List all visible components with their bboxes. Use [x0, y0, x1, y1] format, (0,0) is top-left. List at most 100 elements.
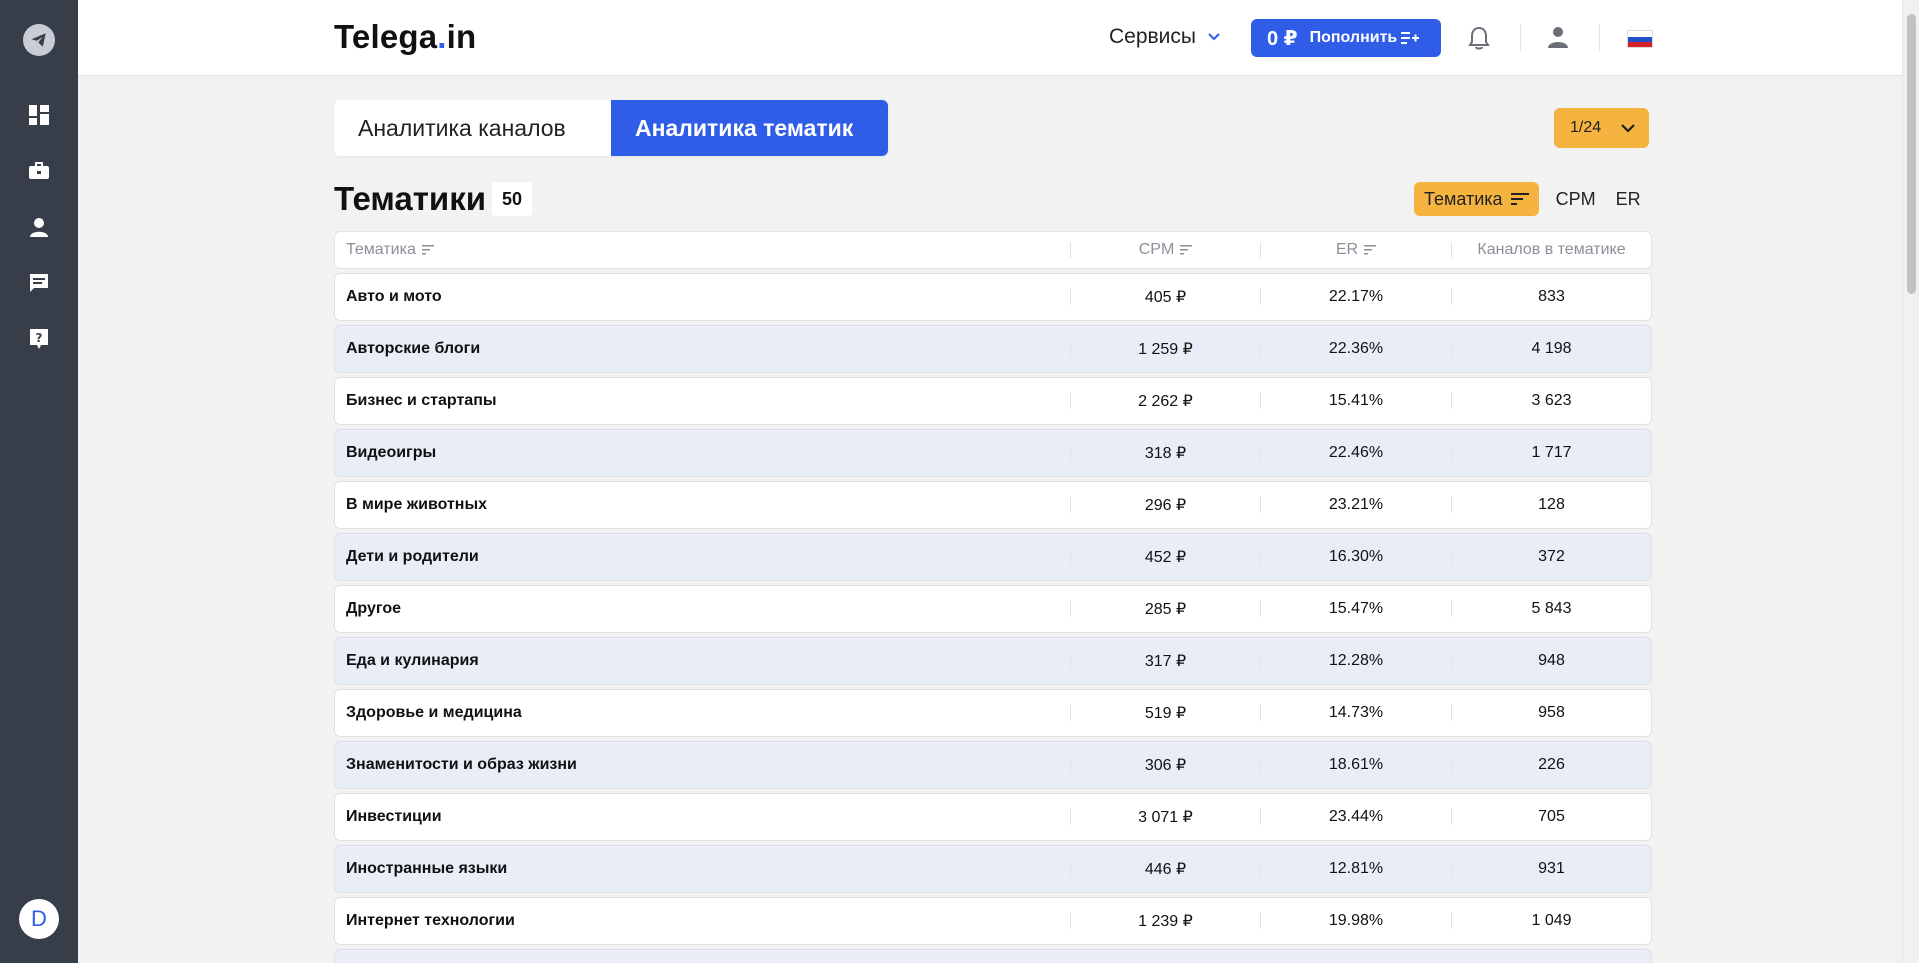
cell-er: 12.81%	[1260, 860, 1451, 877]
add-funds-icon	[1401, 32, 1420, 44]
analytics-tabs: Аналитика каналов Аналитика тематик	[334, 100, 888, 156]
sort-controls: Тематика CPM ER	[1414, 182, 1644, 216]
brand-name: Telega	[334, 18, 438, 55]
balance-amount: 0 ₽	[1267, 27, 1298, 50]
cell-channel-count: 1 049	[1451, 912, 1651, 929]
table-row[interactable]: Бизнес и стартапы 2 262 ₽15.41% 3 623	[334, 377, 1652, 425]
services-label: Сервисы	[1109, 25, 1197, 48]
cell-topic: Здоровье и медицина	[346, 704, 522, 721]
telegram-logo-icon[interactable]	[23, 24, 55, 56]
table-row[interactable]: Авторские блоги 1 259 ₽22.36% 4 198	[334, 325, 1652, 373]
cell-topic: Знаменитости и образ жизни	[346, 756, 577, 773]
table-row[interactable]: Видеоигры 318 ₽22.46% 1 717	[334, 429, 1652, 477]
dashboard-icon[interactable]	[27, 103, 51, 127]
brand-tld: in	[446, 18, 477, 55]
cell-cpm: 285 ₽	[1070, 601, 1260, 618]
cell-er: 16.30%	[1260, 548, 1451, 565]
cell-er: 15.41%	[1260, 392, 1451, 409]
sort-icon	[1510, 193, 1529, 205]
cell-cpm: 405 ₽	[1070, 289, 1260, 306]
cell-topic: Авторские блоги	[346, 340, 481, 357]
brand-logo[interactable]: Telega.in	[334, 18, 476, 56]
column-header-channel-count: Каналов в тематике	[1451, 241, 1651, 258]
topup-label-wrap: Пополнить	[1310, 29, 1420, 47]
profile-icon[interactable]	[1547, 26, 1569, 53]
avatar[interactable]: D	[19, 899, 59, 939]
user-icon[interactable]	[27, 215, 51, 239]
page-indicator: 1/24	[1570, 119, 1602, 136]
top-bar: Telega.in Сервисы 0 ₽ Пополнить	[78, 0, 1902, 76]
cell-topic: Видеоигры	[346, 444, 437, 461]
topics-table: Тематика CPM ER Каналов в тематике Авто …	[334, 231, 1652, 963]
column-header-label: Каналов в тематике	[1477, 241, 1626, 258]
column-header-label: CPM	[1138, 241, 1175, 258]
brand-dot: .	[437, 18, 447, 55]
cell-er: 12.28%	[1260, 652, 1451, 669]
cell-channel-count: 948	[1451, 652, 1651, 669]
chat-icon[interactable]	[27, 271, 51, 295]
table-row[interactable]	[334, 949, 1652, 963]
table-body: Авто и мото 405 ₽22.17% 833 Авторские блоги…	[334, 273, 1652, 945]
column-header-topic[interactable]: Тематика	[335, 241, 1070, 259]
table-row[interactable]: Еда и кулинария 317 ₽12.28% 948	[334, 637, 1652, 685]
topup-button[interactable]: 0 ₽ Пополнить	[1251, 19, 1441, 57]
sort-icon	[421, 245, 434, 255]
briefcase-icon[interactable]	[27, 159, 51, 183]
cell-topic: Бизнес и стартапы	[346, 392, 497, 409]
cell-topic: Дети и родители	[346, 548, 479, 565]
language-flag-icon[interactable]	[1627, 30, 1653, 48]
chevron-down-icon	[1208, 33, 1220, 41]
cell-er: 14.73%	[1260, 704, 1451, 721]
cell-cpm: 318 ₽	[1070, 445, 1260, 462]
sort-by-er-button[interactable]: ER	[1613, 189, 1644, 210]
cell-channel-count: 3 623	[1451, 392, 1651, 409]
sort-by-cpm-button[interactable]: CPM	[1553, 189, 1599, 210]
table-row[interactable]: Иностранные языки 446 ₽12.81% 931	[334, 845, 1652, 893]
cell-topic: В мире животных	[346, 496, 488, 513]
tab-channel-analytics[interactable]: Аналитика каналов	[334, 100, 611, 156]
sort-active-label: Тематика	[1424, 188, 1503, 209]
help-icon[interactable]: ?	[27, 327, 51, 351]
sort-icon	[1180, 245, 1193, 255]
column-header-er[interactable]: ER	[1260, 241, 1451, 258]
table-row[interactable]: Авто и мото 405 ₽22.17% 833	[334, 273, 1652, 321]
cell-er: 22.17%	[1260, 288, 1451, 305]
svg-text:?: ?	[36, 331, 43, 345]
cell-channel-count: 931	[1451, 860, 1651, 877]
table-row[interactable]: Здоровье и медицина 519 ₽14.73% 958	[334, 689, 1652, 737]
cell-cpm: 1 259 ₽	[1070, 341, 1260, 358]
cell-er: 23.21%	[1260, 496, 1451, 513]
page-selector[interactable]: 1/24	[1554, 108, 1649, 148]
cell-cpm: 1 239 ₽	[1070, 913, 1260, 930]
cell-channel-count: 705	[1451, 808, 1651, 825]
scrollbar-thumb[interactable]	[1907, 14, 1916, 294]
avatar-letter: D	[31, 906, 47, 931]
table-row[interactable]: Дети и родители 452 ₽16.30% 372	[334, 533, 1652, 581]
cell-topic: Интернет технологии	[346, 912, 515, 929]
tab-topic-analytics[interactable]: Аналитика тематик	[611, 100, 888, 156]
sort-by-topic-button[interactable]: Тематика	[1414, 182, 1539, 216]
cell-channel-count: 1 717	[1451, 444, 1651, 461]
table-row[interactable]: В мире животных 296 ₽23.21% 128	[334, 481, 1652, 529]
cell-channel-count: 128	[1451, 496, 1651, 513]
cell-cpm: 3 071 ₽	[1070, 809, 1260, 826]
cell-topic: Другое	[346, 600, 401, 617]
table-row[interactable]: Другое 285 ₽15.47% 5 843	[334, 585, 1652, 633]
cell-er: 22.46%	[1260, 444, 1451, 461]
topup-label: Пополнить	[1309, 29, 1398, 46]
table-row[interactable]: Инвестиции 3 071 ₽23.44% 705	[334, 793, 1652, 841]
table-row[interactable]: Интернет технологии 1 239 ₽19.98% 1 049	[334, 897, 1652, 945]
table-row[interactable]: Знаменитости и образ жизни 306 ₽18.61% 226	[334, 741, 1652, 789]
cell-er: 19.98%	[1260, 912, 1451, 929]
cell-cpm: 446 ₽	[1070, 861, 1260, 878]
cell-er: 23.44%	[1260, 808, 1451, 825]
sidebar: ? D	[0, 0, 78, 963]
scrollbar[interactable]	[1902, 0, 1919, 963]
column-header-label: ER	[1335, 241, 1359, 258]
column-header-cpm[interactable]: CPM	[1070, 241, 1260, 258]
bell-icon[interactable]	[1468, 26, 1490, 55]
divider	[1520, 24, 1521, 52]
services-dropdown[interactable]: Сервисы	[1109, 25, 1220, 49]
tab-label: Аналитика каналов	[358, 114, 566, 141]
cell-topic: Инвестиции	[346, 808, 442, 825]
